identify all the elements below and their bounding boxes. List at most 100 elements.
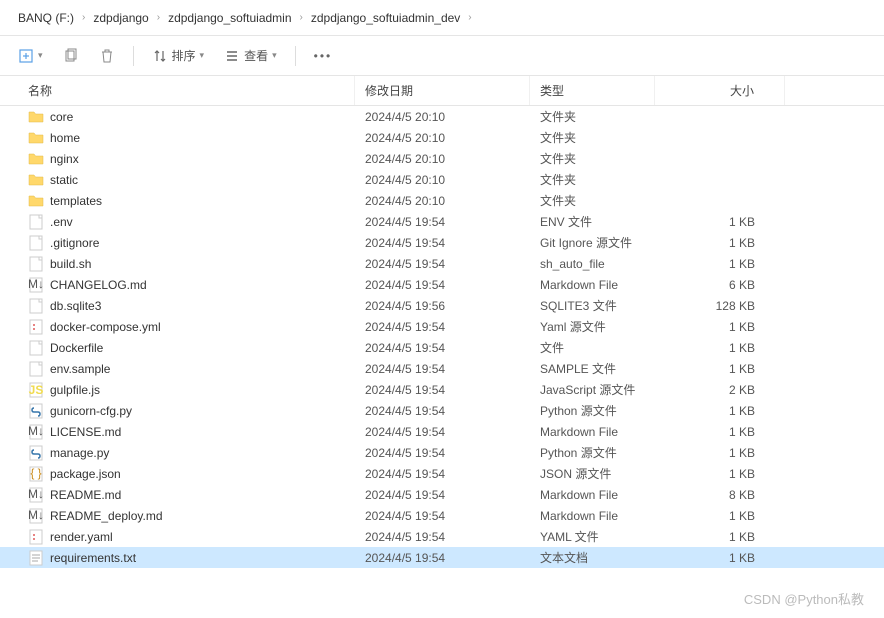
js-icon: JS — [28, 382, 44, 398]
view-label: 查看 — [244, 47, 268, 64]
more-button[interactable]: ••• — [306, 43, 341, 69]
delete-button[interactable] — [91, 42, 123, 70]
file-row[interactable]: core2024/4/5 20:10文件夹 — [0, 106, 884, 127]
file-name: env.sample — [50, 362, 110, 376]
header-type[interactable]: 类型 — [530, 76, 655, 105]
file-date: 2024/4/5 19:54 — [355, 528, 530, 546]
folder-icon — [28, 109, 44, 125]
file-date: 2024/4/5 19:54 — [355, 276, 530, 294]
more-icon: ••• — [314, 49, 333, 63]
folder-icon — [28, 193, 44, 209]
sort-label: 排序 — [172, 47, 196, 64]
new-item-button[interactable]: ▾ — [10, 42, 51, 70]
file-row[interactable]: docker-compose.yml2024/4/5 19:54Yaml 源文件… — [0, 316, 884, 337]
file-icon — [28, 361, 44, 377]
file-type: Python 源文件 — [530, 442, 655, 463]
file-row[interactable]: .gitignore2024/4/5 19:54Git Ignore 源文件1 … — [0, 232, 884, 253]
file-row[interactable]: JSgulpfile.js2024/4/5 19:54JavaScript 源文… — [0, 379, 884, 400]
file-row[interactable]: home2024/4/5 20:10文件夹 — [0, 127, 884, 148]
header-name[interactable]: 名称 — [0, 76, 355, 105]
file-row[interactable]: .env2024/4/5 19:54ENV 文件1 KB — [0, 211, 884, 232]
file-type: 文件夹 — [530, 106, 655, 127]
breadcrumb-segment[interactable]: zdpdjango_softuiadmin — [162, 7, 297, 29]
folder-icon — [28, 172, 44, 188]
file-size: 2 KB — [655, 381, 785, 399]
file-name: LICENSE.md — [50, 425, 121, 439]
copy-button[interactable] — [55, 42, 87, 70]
file-name: package.json — [50, 467, 121, 481]
file-type: ENV 文件 — [530, 211, 655, 232]
file-row[interactable]: nginx2024/4/5 20:10文件夹 — [0, 148, 884, 169]
file-type: YAML 文件 — [530, 526, 655, 547]
file-name: templates — [50, 194, 102, 208]
file-icon — [28, 340, 44, 356]
file-name: README_deploy.md — [50, 509, 163, 523]
file-date: 2024/4/5 19:56 — [355, 297, 530, 315]
file-name: requirements.txt — [50, 551, 136, 565]
svg-text:M↓: M↓ — [28, 487, 44, 501]
file-type: sh_auto_file — [530, 255, 655, 273]
chevron-right-icon[interactable]: › — [155, 12, 162, 23]
file-type: 文件夹 — [530, 127, 655, 148]
file-size — [655, 178, 785, 182]
file-row[interactable]: M↓README_deploy.md2024/4/5 19:54Markdown… — [0, 505, 884, 526]
breadcrumb-segment[interactable]: zdpdjango_softuiadmin_dev — [305, 7, 466, 29]
md-icon: M↓ — [28, 487, 44, 503]
file-row[interactable]: M↓CHANGELOG.md2024/4/5 19:54Markdown Fil… — [0, 274, 884, 295]
file-size: 1 KB — [655, 444, 785, 462]
file-type: Python 源文件 — [530, 400, 655, 421]
file-name: render.yaml — [50, 530, 113, 544]
file-type: Markdown File — [530, 276, 655, 294]
file-icon — [28, 298, 44, 314]
file-name: db.sqlite3 — [50, 299, 101, 313]
breadcrumb-segment[interactable]: BANQ (F:) — [12, 7, 80, 29]
file-size: 1 KB — [655, 465, 785, 483]
file-row[interactable]: M↓README.md2024/4/5 19:54Markdown File8 … — [0, 484, 884, 505]
file-name: .env — [50, 215, 73, 229]
file-row[interactable]: build.sh2024/4/5 19:54sh_auto_file1 KB — [0, 253, 884, 274]
file-size: 1 KB — [655, 339, 785, 357]
chevron-right-icon[interactable]: › — [298, 12, 305, 23]
chevron-down-icon: ▾ — [272, 50, 277, 61]
file-name: static — [50, 173, 78, 187]
file-date: 2024/4/5 19:54 — [355, 549, 530, 567]
breadcrumb-segment[interactable]: zdpdjango — [87, 7, 154, 29]
trash-icon — [99, 48, 115, 64]
file-size: 1 KB — [655, 360, 785, 378]
file-row[interactable]: requirements.txt2024/4/5 19:54文本文档1 KB — [0, 547, 884, 568]
yaml-icon — [28, 529, 44, 545]
chevron-right-icon[interactable]: › — [466, 12, 473, 23]
file-name: README.md — [50, 488, 121, 502]
file-row[interactable]: Dockerfile2024/4/5 19:54文件1 KB — [0, 337, 884, 358]
file-row[interactable]: manage.py2024/4/5 19:54Python 源文件1 KB — [0, 442, 884, 463]
file-date: 2024/4/5 19:54 — [355, 360, 530, 378]
header-size[interactable]: 大小 — [655, 76, 785, 105]
file-row[interactable]: render.yaml2024/4/5 19:54YAML 文件1 KB — [0, 526, 884, 547]
file-row[interactable]: { }package.json2024/4/5 19:54JSON 源文件1 K… — [0, 463, 884, 484]
file-type: Markdown File — [530, 486, 655, 504]
file-row[interactable]: gunicorn-cfg.py2024/4/5 19:54Python 源文件1… — [0, 400, 884, 421]
txt-icon — [28, 550, 44, 566]
file-date: 2024/4/5 19:54 — [355, 339, 530, 357]
header-date[interactable]: 修改日期 — [355, 76, 530, 105]
file-row[interactable]: env.sample2024/4/5 19:54SAMPLE 文件1 KB — [0, 358, 884, 379]
chevron-right-icon[interactable]: › — [80, 12, 87, 23]
chevron-down-icon: ▾ — [200, 50, 205, 61]
file-size — [655, 115, 785, 119]
file-row[interactable]: M↓LICENSE.md2024/4/5 19:54Markdown File1… — [0, 421, 884, 442]
file-row[interactable]: templates2024/4/5 20:10文件夹 — [0, 190, 884, 211]
file-type: Yaml 源文件 — [530, 316, 655, 337]
file-size: 6 KB — [655, 276, 785, 294]
file-type: Git Ignore 源文件 — [530, 232, 655, 253]
file-size: 1 KB — [655, 423, 785, 441]
file-size: 1 KB — [655, 402, 785, 420]
view-button[interactable]: 查看 ▾ — [216, 41, 285, 70]
sort-button[interactable]: 排序 ▾ — [144, 41, 213, 70]
file-row[interactable]: db.sqlite32024/4/5 19:56SQLITE3 文件128 KB — [0, 295, 884, 316]
file-date: 2024/4/5 20:10 — [355, 192, 530, 210]
folder-icon — [28, 130, 44, 146]
separator — [133, 46, 134, 66]
sort-icon — [152, 48, 168, 64]
file-type: SQLITE3 文件 — [530, 295, 655, 316]
file-row[interactable]: static2024/4/5 20:10文件夹 — [0, 169, 884, 190]
